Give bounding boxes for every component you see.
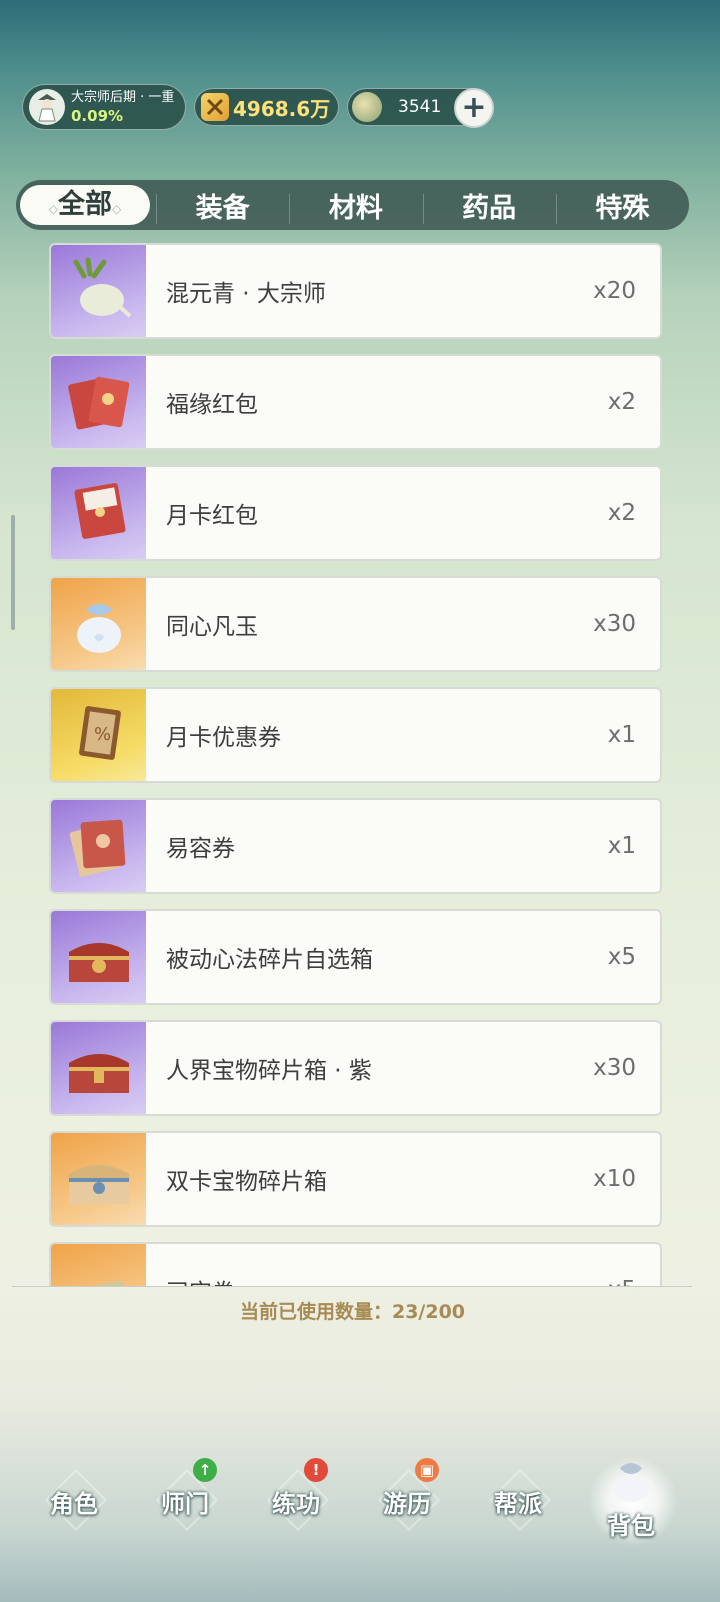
- status-bar: 大宗师后期 · 一重 0.09% 4968.6万 3541 +: [22, 84, 494, 130]
- nav-item-travel[interactable]: ▣ 游历: [357, 1458, 457, 1532]
- item-thumbnail: [51, 467, 146, 559]
- scroll-icon: [71, 1280, 128, 1287]
- scroll-indicator[interactable]: [11, 515, 15, 630]
- item-count: x2: [607, 500, 636, 526]
- jade-coin-icon: [352, 92, 382, 122]
- nav-label: 师门: [161, 1490, 209, 1518]
- item-name: 人界宝物碎片箱 · 紫: [166, 1058, 372, 1084]
- chest-icon: [68, 1054, 129, 1093]
- list-item[interactable]: 司宝券 x5: [49, 1242, 662, 1287]
- item-thumbnail: [51, 911, 146, 1003]
- list-divider: [12, 1286, 692, 1287]
- item-name: 月卡优惠券: [166, 725, 281, 751]
- tab-right-ornament-icon: ◇: [112, 202, 122, 216]
- rank-badge[interactable]: 大宗师后期 · 一重 0.09%: [22, 84, 186, 130]
- add-currency-button[interactable]: +: [454, 88, 494, 128]
- item-name: 混元青 · 大宗师: [166, 281, 326, 307]
- jade-pouch-icon: [76, 604, 121, 653]
- nav-label: 背包: [607, 1512, 655, 1540]
- item-thumbnail: [51, 1133, 146, 1225]
- item-thumbnail: [51, 1022, 146, 1114]
- list-item[interactable]: 月卡红包 x2: [49, 465, 662, 561]
- bag-icon: [613, 1463, 649, 1502]
- item-thumbnail: [51, 356, 146, 448]
- nav-item-backpack[interactable]: 背包: [581, 1463, 681, 1540]
- nav-item-guild[interactable]: 帮派: [468, 1468, 568, 1532]
- red-envelope-icon: [67, 376, 129, 430]
- tab-all[interactable]: ◇全部◇: [20, 185, 150, 225]
- list-item[interactable]: 同心凡玉 x30: [49, 576, 662, 672]
- tab-label: 全部: [58, 189, 112, 220]
- tab-left-ornament-icon: ◇: [48, 202, 58, 216]
- tab-special[interactable]: 特殊: [555, 186, 689, 225]
- ticket-icon: [69, 819, 125, 877]
- radish-icon: [73, 257, 131, 318]
- combat-power-value: 4968.6万: [233, 96, 331, 121]
- item-count: x30: [593, 611, 636, 637]
- nav-label: 游历: [383, 1490, 431, 1518]
- character-icon: [38, 94, 56, 122]
- rank-name: 大宗师后期 · 一重: [71, 90, 175, 105]
- item-count: x2: [607, 389, 636, 415]
- item-count: x1: [607, 833, 636, 859]
- list-item[interactable]: % 月卡优惠券 x1: [49, 687, 662, 783]
- item-thumbnail: [51, 800, 146, 892]
- crossed-swords-icon: [201, 93, 229, 121]
- tab-materials[interactable]: 材料: [289, 186, 422, 225]
- item-thumbnail: [51, 1244, 146, 1287]
- item-count: x20: [593, 278, 636, 304]
- nav-item-training[interactable]: ! 练功: [246, 1458, 346, 1532]
- alert-icon: !: [304, 1458, 328, 1482]
- item-count: x10: [593, 1166, 636, 1192]
- chest-icon: [68, 943, 129, 982]
- chest-icon: ▣: [415, 1458, 439, 1482]
- list-item[interactable]: 人界宝物碎片箱 · 紫 x30: [49, 1020, 662, 1116]
- nav-item-character[interactable]: 角色: [24, 1468, 124, 1532]
- list-item[interactable]: 双卡宝物碎片箱 x10: [49, 1131, 662, 1227]
- coupon-icon: %: [78, 706, 121, 760]
- item-count: x1: [607, 722, 636, 748]
- currency-value: 3541: [398, 97, 442, 117]
- category-tabs: ◇全部◇ 装备 材料 药品 特殊: [16, 180, 689, 230]
- rank-progress: 0.09%: [71, 107, 124, 125]
- list-item[interactable]: 福缘红包 x2: [49, 354, 662, 450]
- nav-label: 帮派: [494, 1490, 542, 1518]
- red-envelope-icon: [73, 483, 126, 539]
- item-thumbnail: [51, 578, 146, 670]
- item-name: 同心凡玉: [166, 614, 258, 640]
- nav-label: 练功: [272, 1490, 320, 1518]
- item-count: x5: [607, 944, 636, 970]
- item-name: 易容券: [166, 836, 235, 862]
- item-name: 双卡宝物碎片箱: [166, 1169, 327, 1195]
- up-arrow-icon: ↑: [193, 1458, 217, 1482]
- list-item[interactable]: 混元青 · 大宗师 x20: [49, 243, 662, 339]
- item-name: 被动心法碎片自选箱: [166, 947, 373, 973]
- item-name: 月卡红包: [166, 503, 258, 529]
- bottom-nav: 角色 ↑ 师门 ! 练功 ▣ 游历 帮派 背包: [0, 1450, 705, 1602]
- combat-power: 4968.6万: [194, 88, 339, 126]
- item-thumbnail: %: [51, 689, 146, 781]
- item-name: 司宝券: [166, 1273, 608, 1287]
- currency-display: 3541 +: [347, 88, 494, 128]
- item-name: 福缘红包: [166, 392, 258, 418]
- item-count: x30: [593, 1055, 636, 1081]
- list-item[interactable]: 易容券 x1: [49, 798, 662, 894]
- svg-text:%: %: [94, 724, 111, 745]
- chest-icon: [68, 1165, 129, 1204]
- item-thumbnail: [51, 245, 146, 337]
- capacity-usage: 当前已使用数量：23/200: [239, 1301, 466, 1323]
- nav-label: 角色: [50, 1490, 98, 1518]
- tab-medicine[interactable]: 药品: [422, 186, 556, 225]
- list-item[interactable]: 被动心法碎片自选箱 x5: [49, 909, 662, 1005]
- nav-item-sect[interactable]: ↑ 师门: [135, 1458, 235, 1532]
- tab-equipment[interactable]: 装备: [156, 186, 289, 225]
- item-list[interactable]: 混元青 · 大宗师 x20 福缘红包 x2 月卡红包 x2 同心凡玉 x30 %…: [49, 243, 662, 1287]
- avatar: [29, 89, 65, 125]
